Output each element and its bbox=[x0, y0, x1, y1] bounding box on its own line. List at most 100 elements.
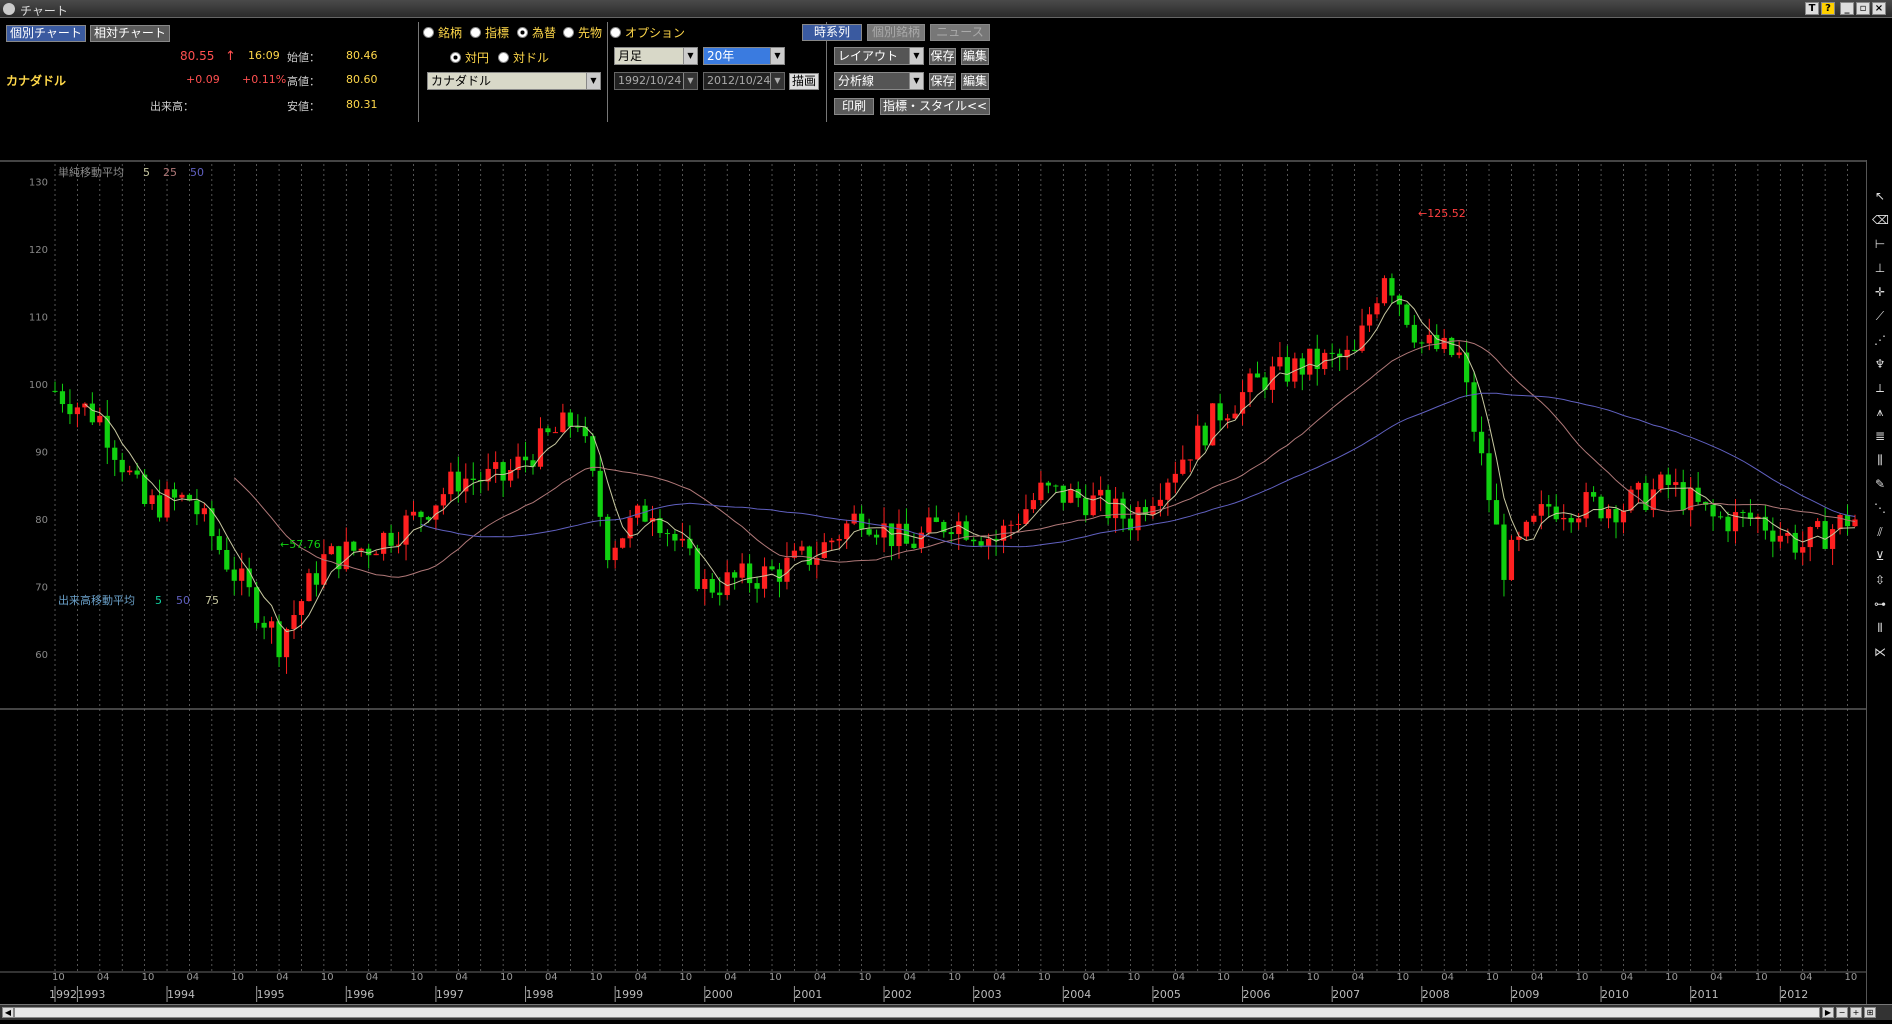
candle-body bbox=[1150, 505, 1156, 515]
candle-body bbox=[1426, 334, 1432, 344]
currency-select[interactable]: カナダドル ▼ bbox=[427, 72, 601, 90]
radio-asset-futures[interactable]: 先物 bbox=[563, 24, 602, 40]
y-tick-label: 60 bbox=[35, 650, 48, 661]
text-mode-button[interactable]: T bbox=[1805, 2, 1819, 15]
fibonacci-fan-icon[interactable]: ♆ bbox=[1872, 356, 1888, 372]
indicator-style-button[interactable]: 指標・スタイル<< bbox=[880, 98, 990, 115]
candle-body bbox=[1740, 512, 1746, 514]
candle-body bbox=[224, 549, 230, 570]
divider bbox=[607, 22, 608, 122]
zoom-fit-icon[interactable]: ⊞ bbox=[1864, 1007, 1876, 1018]
news-button[interactable]: ニュース bbox=[930, 24, 990, 41]
low-value: 80.31 bbox=[346, 98, 378, 111]
layout-save-button[interactable]: 保存 bbox=[929, 48, 956, 65]
x-month-label: 04 bbox=[97, 972, 110, 983]
radio-asset-fx[interactable]: 為替 bbox=[517, 24, 556, 40]
measure-icon[interactable]: ⊶ bbox=[1872, 596, 1888, 612]
pitchfork-icon[interactable]: ⩚ bbox=[1872, 404, 1888, 420]
analysis-save-button[interactable]: 保存 bbox=[929, 73, 956, 90]
open-value: 80.46 bbox=[346, 49, 378, 62]
divider bbox=[418, 22, 419, 122]
date-from-select[interactable]: 1992/10/24 ▼ bbox=[614, 72, 698, 90]
analysis-edit-button[interactable]: 編集 bbox=[961, 73, 989, 90]
x-month-label: 04 bbox=[1083, 972, 1096, 983]
y-tick-label: 110 bbox=[29, 313, 48, 324]
candle-body bbox=[1464, 352, 1470, 383]
print-button[interactable]: 印刷 bbox=[834, 98, 874, 115]
close-button[interactable]: × bbox=[1872, 2, 1886, 15]
channel-icon[interactable]: ⫽ bbox=[1872, 524, 1888, 540]
candle-body bbox=[761, 566, 768, 589]
x-year-label: 2005 bbox=[1153, 988, 1181, 1001]
interval-select[interactable]: 月足 ▼ bbox=[614, 47, 698, 65]
candle-body bbox=[1351, 349, 1358, 351]
candle-body bbox=[597, 470, 603, 517]
drawing-toolbar: ↖ ⌫ ⊢ ⊥ ✛ ⟋ ⋰ ♆ ⟂ ⩚ ≣ ⫼ ✎ ⋱ ⫽ ⊻ ⇳ ⊶ ⦀ ⋉ bbox=[1866, 160, 1892, 1004]
fan-line-icon[interactable]: ⋰ bbox=[1872, 332, 1888, 348]
minimize-button[interactable]: _ bbox=[1840, 2, 1854, 15]
radio-asset-option[interactable]: オプション bbox=[610, 24, 685, 40]
timeseries-button[interactable]: 時系列 bbox=[802, 24, 862, 41]
layout-select[interactable]: レイアウト ▼ bbox=[834, 47, 924, 65]
candle-body bbox=[724, 572, 730, 596]
draw-button[interactable]: 描画 bbox=[789, 73, 819, 90]
radio-asset-brand[interactable]: 銘柄 bbox=[423, 24, 462, 40]
candle-body bbox=[291, 615, 297, 630]
scroll-left-icon[interactable]: ◀ bbox=[2, 1007, 14, 1018]
candle-body bbox=[1366, 314, 1373, 326]
radio-asset-indicator[interactable]: 指標 bbox=[470, 24, 509, 40]
x-year-label: 2009 bbox=[1511, 988, 1539, 1001]
x-month-label: 10 bbox=[1396, 972, 1409, 983]
pen-icon[interactable]: ✎ bbox=[1872, 476, 1888, 492]
zigzag-icon[interactable]: ⋉ bbox=[1872, 644, 1888, 660]
date-to-select[interactable]: 2012/10/24 ▼ bbox=[703, 72, 785, 90]
vertical-line-icon[interactable]: ⊥ bbox=[1872, 260, 1888, 276]
crosshair-icon[interactable]: ✛ bbox=[1872, 284, 1888, 300]
radio-base-dollar[interactable]: 対ドル bbox=[498, 49, 549, 65]
radio-dot-icon bbox=[498, 52, 509, 63]
quote-time: 16:09 bbox=[248, 49, 280, 62]
horizontal-scrollbar[interactable]: ◀ ▶ − + ⊞ bbox=[0, 1004, 1892, 1020]
candle-body bbox=[1471, 382, 1477, 432]
analysis-select[interactable]: 分析線 ▼ bbox=[834, 72, 924, 90]
help-button[interactable]: ? bbox=[1821, 2, 1835, 15]
scroll-track[interactable] bbox=[14, 1007, 1820, 1018]
candle-body bbox=[418, 511, 424, 518]
range-icon[interactable]: ⇳ bbox=[1872, 572, 1888, 588]
individual-brand-button[interactable]: 個別銘柄 bbox=[867, 24, 925, 41]
radio-base-yen[interactable]: 対円 bbox=[450, 49, 489, 65]
candle-body bbox=[313, 573, 320, 585]
x-year-label: 1997 bbox=[436, 988, 464, 1001]
zoom-out-icon[interactable]: − bbox=[1836, 1007, 1848, 1018]
fibonacci-arc-icon[interactable]: ⟂ bbox=[1872, 380, 1888, 396]
retracement-icon[interactable]: ≣ bbox=[1872, 428, 1888, 444]
cycle-lines-icon[interactable]: ⫼ bbox=[1872, 452, 1888, 468]
window-title: チャート bbox=[20, 4, 68, 18]
candle-body bbox=[1105, 489, 1111, 519]
candle-body bbox=[709, 579, 715, 593]
tab-individual-chart[interactable]: 個別チャート bbox=[6, 25, 86, 42]
tab-relative-chart[interactable]: 相対チャート bbox=[90, 25, 170, 42]
trend-line-icon[interactable]: ⟋ bbox=[1872, 308, 1888, 324]
regression-icon[interactable]: ⊻ bbox=[1872, 548, 1888, 564]
x-year-label: 1998 bbox=[526, 988, 554, 1001]
candle-body bbox=[1561, 517, 1567, 520]
zoom-reset-icon[interactable]: + bbox=[1850, 1007, 1862, 1018]
horizontal-line-icon[interactable]: ⊢ bbox=[1872, 236, 1888, 252]
time-zones-icon[interactable]: ⦀ bbox=[1872, 620, 1888, 636]
scroll-right-icon[interactable]: ▶ bbox=[1822, 1007, 1834, 1018]
span-select[interactable]: 20年 ▼ bbox=[703, 47, 785, 65]
eraser-icon[interactable]: ⌫ bbox=[1872, 212, 1889, 228]
candle-body bbox=[410, 511, 417, 516]
chart-area[interactable]: 単純移動平均 5 25 50 出来高移動平均 5 50 75 ←125.52 ←… bbox=[0, 160, 1892, 1004]
gann-fan-icon[interactable]: ⋱ bbox=[1872, 500, 1888, 516]
price-chart-svg[interactable]: 単純移動平均 5 25 50 出来高移動平均 5 50 75 ←125.52 ←… bbox=[0, 160, 1866, 1004]
layout-edit-button[interactable]: 編集 bbox=[961, 48, 989, 65]
candle-body bbox=[261, 622, 267, 628]
maximize-button[interactable]: ▫ bbox=[1856, 2, 1870, 15]
chart-labels: 単純移動平均 5 25 50 出来高移動平均 5 50 75 ←125.52 ←… bbox=[58, 165, 1466, 607]
up-arrow-icon: ↑ bbox=[225, 49, 236, 64]
candle-body bbox=[866, 529, 872, 535]
cursor-icon[interactable]: ↖ bbox=[1872, 188, 1888, 204]
candle-body bbox=[1732, 512, 1739, 532]
